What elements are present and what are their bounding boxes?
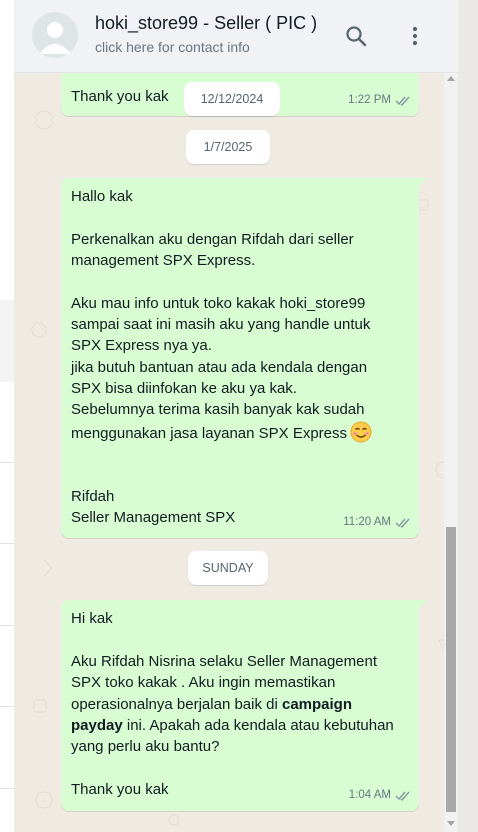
message-line: management SPX Express.	[71, 252, 256, 269]
divider	[0, 706, 14, 707]
message-line: Aku Rifdah Nisrina selaku Seller Managem…	[71, 653, 377, 670]
bold-text: campaign	[281, 696, 353, 713]
search-button[interactable]	[342, 22, 370, 50]
date-divider: SUNDAY	[188, 551, 268, 585]
contact-name[interactable]: hoki_store99 - Seller ( PIC )	[95, 13, 317, 34]
message-time: 1:22 PM	[348, 93, 391, 106]
message-meta: 11:20 AM	[343, 512, 411, 533]
scrollbar[interactable]	[444, 72, 458, 832]
bubble-tail	[419, 600, 427, 608]
menu-button[interactable]	[401, 22, 429, 50]
message-text: Thank you kak	[71, 88, 169, 105]
message-line: menggunakan jasa layanan SPX Express	[71, 425, 348, 442]
message-line-rich: payday ini. Apakah ada kendala atau kebu…	[71, 715, 394, 736]
divider	[0, 543, 14, 544]
double-check-icon	[395, 518, 410, 528]
message-line: Hallo kak	[71, 188, 133, 205]
message-bubble-outgoing[interactable]: Hallo kak Perkenalkan aku dengan Rifdah …	[61, 178, 427, 538]
message-line: Sebelumnya terima kasih banyak kak sudah	[71, 401, 365, 418]
bubble-tail	[419, 178, 427, 186]
contact-info-hint[interactable]: click here for contact info	[95, 39, 250, 55]
message-line: Aku mau info untuk toko kakak hoki_store…	[71, 295, 366, 312]
message-line: Rifdah	[71, 488, 115, 505]
default-avatar-icon	[39, 22, 71, 54]
message-line: yang perlu aku bantu?	[71, 738, 220, 755]
message-line: Thank you kak	[71, 781, 169, 798]
search-icon	[346, 26, 367, 47]
message-line: sampai saat ini masih aku yang handle un…	[71, 316, 371, 333]
message-line: Perkenalkan aku dengan Rifdah dari selle…	[71, 231, 354, 248]
divider	[0, 788, 14, 789]
divider	[0, 625, 14, 626]
message-line-with-emoji: menggunakan jasa layanan SPX Express	[71, 421, 372, 444]
double-check-icon	[395, 791, 410, 801]
window-edge	[458, 0, 478, 832]
background-list-item	[0, 300, 14, 382]
background-window-strip	[0, 0, 15, 832]
message-meta: 1:22 PM	[348, 90, 411, 111]
scroll-up-arrow-icon[interactable]	[447, 76, 455, 81]
message-line: jika butuh bantuan atau ada kendala deng…	[71, 359, 368, 376]
message-bubble-outgoing[interactable]: Hi kak Aku Rifdah Nisrina selaku Seller …	[61, 600, 427, 811]
message-meta: 1:04 AM	[349, 785, 411, 806]
message-line: Seller Management SPX	[71, 509, 236, 526]
scroll-down-arrow-icon[interactable]	[447, 821, 455, 826]
message-line: SPX toko kakak . Aku ingin memastikan	[71, 674, 336, 691]
message-line-rich: operasionalnya berjalan baik di campaign	[71, 694, 352, 715]
message-line: SPX Express nya ya.	[71, 337, 212, 354]
date-divider: 1/7/2025	[186, 130, 270, 164]
chat-header[interactable]: hoki_store99 - Seller ( PIC ) click here…	[14, 0, 458, 73]
kebab-menu-icon	[412, 26, 418, 46]
message-line: ini. Apakah ada kendala atau kebutuhan	[126, 717, 394, 734]
chat-window: hoki_store99 - Seller ( PIC ) click here…	[14, 0, 458, 832]
message-line: operasionalnya berjalan baik di	[71, 696, 278, 713]
scrollbar-thumb[interactable]	[446, 527, 456, 812]
message-line: Hi kak	[71, 610, 113, 627]
message-line: SPX bisa diinfokan ke aku ya kak.	[71, 380, 297, 397]
message-time: 1:04 AM	[348, 788, 391, 801]
double-check-icon	[395, 96, 410, 106]
bold-text: payday	[71, 717, 123, 734]
divider	[0, 462, 14, 463]
smiling-face-emoji	[350, 421, 372, 443]
message-time: 11:20 AM	[343, 515, 391, 528]
date-divider: 12/12/2024	[184, 82, 280, 116]
avatar[interactable]	[32, 12, 78, 58]
